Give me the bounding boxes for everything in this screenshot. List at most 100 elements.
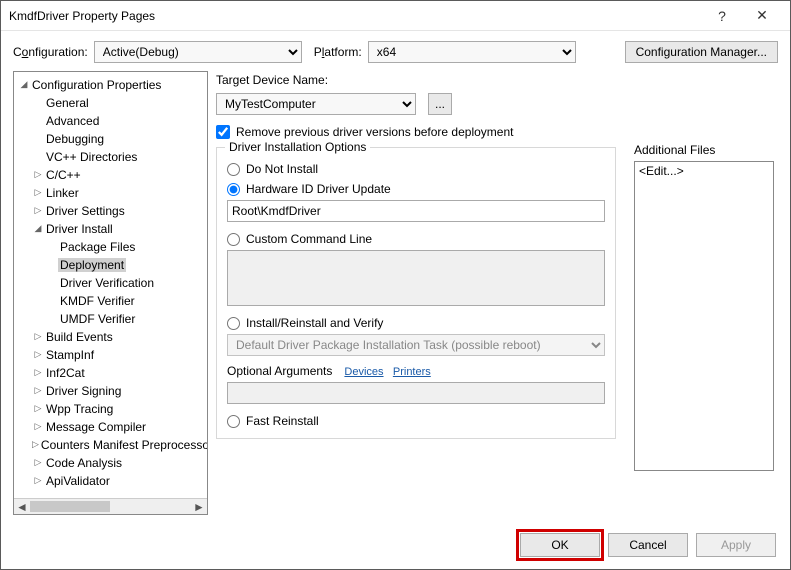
chevron-right-icon[interactable] <box>32 349 44 360</box>
tree-node[interactable]: Wpp Tracing <box>16 400 205 418</box>
tree-node-label: Linker <box>44 186 81 200</box>
scroll-thumb[interactable] <box>30 501 110 512</box>
tree-node-label: Advanced <box>44 114 101 128</box>
tree-node-label: VC++ Directories <box>44 150 139 164</box>
ok-button[interactable]: OK <box>520 533 600 557</box>
chevron-right-icon[interactable] <box>32 403 44 414</box>
devices-link[interactable]: Devices <box>344 366 383 378</box>
hwid-input[interactable] <box>227 200 605 222</box>
tree-node[interactable]: VC++ Directories <box>16 148 205 166</box>
chevron-down-icon[interactable] <box>32 223 44 234</box>
tree-node[interactable]: Driver Signing <box>16 382 205 400</box>
remove-previous-label: Remove previous driver versions before d… <box>236 125 513 139</box>
chevron-down-icon[interactable] <box>18 79 30 90</box>
tree-node-label: Driver Verification <box>58 276 156 290</box>
browse-device-button[interactable]: ... <box>428 93 452 115</box>
tree-node[interactable]: Linker <box>16 184 205 202</box>
tree-node[interactable]: General <box>16 94 205 112</box>
tree-node[interactable]: Code Analysis <box>16 454 205 472</box>
tree-node-label: Counters Manifest Preprocessor <box>39 438 207 452</box>
tree-node[interactable]: Inf2Cat <box>16 364 205 382</box>
tree-node-label: Driver Signing <box>44 384 123 398</box>
tree-node-label: Code Analysis <box>44 456 124 470</box>
tree-node[interactable]: Package Files <box>16 238 205 256</box>
tree-node[interactable]: C/C++ <box>16 166 205 184</box>
tree-node[interactable]: StampInf <box>16 346 205 364</box>
tree-node-label: Build Events <box>44 330 115 344</box>
additional-files-listbox[interactable]: <Edit...> <box>634 161 774 471</box>
chevron-right-icon[interactable] <box>32 205 44 216</box>
driver-install-groupbox: Driver Installation Options Do Not Insta… <box>216 147 616 439</box>
chevron-right-icon[interactable] <box>32 475 44 486</box>
close-icon[interactable]: ✕ <box>742 7 782 24</box>
additional-files-label: Additional Files <box>634 143 774 157</box>
tree-node[interactable]: Driver Settings <box>16 202 205 220</box>
tree-node-label: StampInf <box>44 348 96 362</box>
chevron-right-icon[interactable] <box>32 331 44 342</box>
tree-node[interactable]: Message Compiler <box>16 418 205 436</box>
chevron-right-icon[interactable] <box>32 439 39 450</box>
optional-args-label: Optional Arguments <box>227 364 332 378</box>
tree-node[interactable]: Build Events <box>16 328 205 346</box>
radio-noinstall[interactable] <box>227 163 240 176</box>
custom-cmd-textarea[interactable] <box>227 250 605 306</box>
radio-hwid-label: Hardware ID Driver Update <box>246 182 391 196</box>
additional-files-edit-item[interactable]: <Edit...> <box>639 164 684 178</box>
tree-node[interactable]: Deployment <box>16 256 205 274</box>
apply-button[interactable]: Apply <box>696 533 776 557</box>
tree-node-label: KMDF Verifier <box>58 294 137 308</box>
radio-custom-label: Custom Command Line <box>246 232 372 246</box>
chevron-right-icon[interactable] <box>32 457 44 468</box>
radio-install[interactable] <box>227 317 240 330</box>
tree-node-label: Message Compiler <box>44 420 148 434</box>
tree-node-label: Debugging <box>44 132 106 146</box>
tree-node[interactable]: Debugging <box>16 130 205 148</box>
tree-view[interactable]: Configuration Properties General Advanced D… <box>13 71 208 515</box>
platform-select[interactable]: x64 <box>368 41 576 63</box>
tree-node-label: Driver Settings <box>44 204 127 218</box>
tree-node-label: Inf2Cat <box>44 366 87 380</box>
configuration-manager-button[interactable]: Configuration Manager... <box>625 41 778 63</box>
scroll-right-icon[interactable]: ► <box>191 500 207 514</box>
chevron-right-icon[interactable] <box>32 385 44 396</box>
titlebar: KmdfDriver Property Pages ? ✕ <box>1 1 790 31</box>
tree-node[interactable]: Driver Install <box>16 220 205 238</box>
optional-args-input[interactable] <box>227 382 605 404</box>
tree-node-label: Deployment <box>58 258 126 272</box>
tree-node[interactable]: Configuration Properties <box>16 76 205 94</box>
help-icon[interactable]: ? <box>702 8 742 24</box>
tree-node-label: General <box>44 96 91 110</box>
radio-custom[interactable] <box>227 233 240 246</box>
tree-node[interactable]: Driver Verification <box>16 274 205 292</box>
target-device-select[interactable]: MyTestComputer <box>216 93 416 115</box>
tree-node[interactable]: KMDF Verifier <box>16 292 205 310</box>
chevron-right-icon[interactable] <box>32 187 44 198</box>
tree-node[interactable]: ApiValidator <box>16 472 205 490</box>
tree-node-label: Driver Install <box>44 222 115 236</box>
tree-node[interactable]: Advanced <box>16 112 205 130</box>
remove-previous-checkbox[interactable] <box>216 125 230 139</box>
chevron-right-icon[interactable] <box>32 421 44 432</box>
configuration-select[interactable]: Active(Debug) <box>94 41 302 63</box>
target-device-label: Target Device Name: <box>216 73 778 87</box>
tree-node-label: C/C++ <box>44 168 83 182</box>
chevron-right-icon[interactable] <box>32 169 44 180</box>
chevron-right-icon[interactable] <box>32 367 44 378</box>
scroll-left-icon[interactable]: ◄ <box>14 500 30 514</box>
printers-link[interactable]: Printers <box>393 366 431 378</box>
tree-hscrollbar[interactable]: ◄ ► <box>14 498 207 514</box>
tree-node-label: Package Files <box>58 240 137 254</box>
platform-label: Platform: <box>314 45 362 59</box>
configuration-label: Configuration: <box>13 45 88 59</box>
radio-fast[interactable] <box>227 415 240 428</box>
tree-node[interactable]: Counters Manifest Preprocessor <box>16 436 205 454</box>
cancel-button[interactable]: Cancel <box>608 533 688 557</box>
content-panel: Target Device Name: MyTestComputer ... R… <box>216 71 778 515</box>
radio-install-label: Install/Reinstall and Verify <box>246 316 383 330</box>
tree-node[interactable]: UMDF Verifier <box>16 310 205 328</box>
groupbox-legend: Driver Installation Options <box>225 140 370 154</box>
install-task-select[interactable]: Default Driver Package Installation Task… <box>227 334 605 356</box>
radio-hwid[interactable] <box>227 183 240 196</box>
radio-fast-label: Fast Reinstall <box>246 414 319 428</box>
dialog-footer: OK Cancel Apply <box>520 533 776 557</box>
